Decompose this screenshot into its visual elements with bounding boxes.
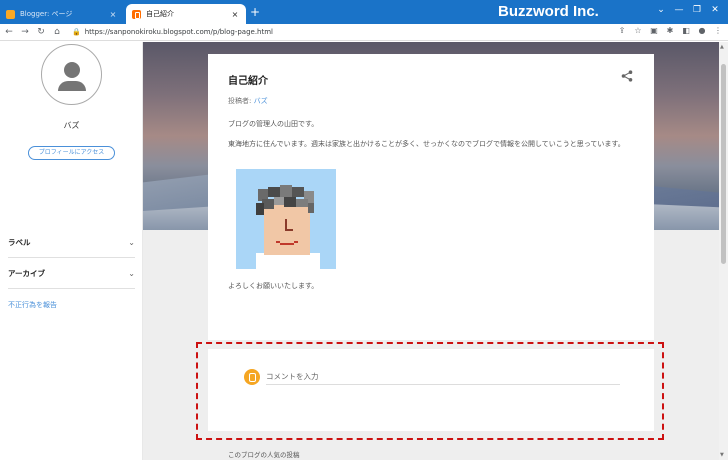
profile-icon[interactable]: ● (696, 26, 708, 35)
post-paragraph: よろしくお願いいたします。 (228, 282, 319, 290)
post-title: 自己紹介 (228, 76, 268, 87)
comment-section: コメントを入力 (208, 349, 654, 431)
scrollbar-thumb[interactable] (721, 64, 726, 264)
blogger-favicon-icon (132, 9, 141, 19)
extension-icon[interactable]: ▣ (648, 26, 660, 35)
post-card: 自己紹介 投稿者: バズ ブログの管理人の山田です。 東海地方に住んでいます。週… (208, 54, 654, 340)
profile-avatar-icon[interactable] (41, 44, 102, 105)
tab-close-icon[interactable]: × (230, 10, 240, 19)
home-icon[interactable]: ⌂ (50, 27, 64, 37)
menu-kebab-icon[interactable]: ⋮ (712, 26, 724, 35)
chevron-down-icon: ⌄ (128, 238, 135, 247)
section-label: ラベル (8, 238, 31, 247)
new-tab-button[interactable]: + (250, 6, 260, 18)
profile-pixel-art-image[interactable] (236, 169, 336, 269)
post-author-line: 投稿者: バズ (228, 96, 268, 106)
reload-icon[interactable]: ↻ (34, 27, 48, 37)
blogger-favicon-icon (6, 9, 15, 19)
toolbar-actions: ⇪ ☆ ▣ ✱ ◧ ● ⋮ (616, 26, 724, 35)
browser-tab-blogger-pages[interactable]: Blogger: ページ × (0, 4, 124, 24)
report-abuse-link[interactable]: 不正行為を報告 (8, 300, 57, 310)
brand-watermark: Buzzword Inc. (498, 3, 599, 20)
scroll-up-icon[interactable]: ▲ (720, 44, 724, 50)
side-panel-icon[interactable]: ◧ (680, 26, 692, 35)
puzzle-extensions-icon[interactable]: ✱ (664, 26, 676, 35)
tab-close-icon[interactable]: × (108, 10, 118, 19)
url-field[interactable]: https://sanponokiroku.blogspot.com/p/blo… (85, 28, 273, 36)
author-link[interactable]: バズ (254, 97, 268, 105)
restore-icon[interactable]: ❐ (690, 5, 704, 15)
back-icon[interactable]: ← (2, 27, 16, 37)
lock-icon[interactable]: 🔒 (72, 28, 81, 36)
minimize-icon[interactable]: — (672, 5, 686, 15)
browser-tab-profile[interactable]: 自己紹介 × (126, 4, 246, 24)
sidebar-section-archive[interactable]: アーカイブ ⌄ (8, 259, 135, 289)
post-paragraph: ブログの管理人の山田です。 (228, 120, 319, 128)
post-paragraph: 東海地方に住んでいます。週末は家族と出かけることが多く、せっかくなのでブログで情… (228, 140, 625, 148)
blog-sidebar: バズ プロフィールにアクセス ラベル ⌄ アーカイブ ⌄ 不正行為を報告 (0, 42, 143, 460)
author-prefix: 投稿者: (228, 97, 254, 105)
sidebar-section-labels[interactable]: ラベル ⌄ (8, 228, 135, 258)
comment-input[interactable]: コメントを入力 (266, 369, 620, 385)
scroll-down-icon[interactable]: ▼ (720, 452, 724, 458)
address-bar: ← → ↻ ⌂ 🔒 https://sanponokiroku.blogspot… (0, 24, 728, 41)
tab-title: 自己紹介 (146, 10, 174, 18)
profile-name: バズ (63, 121, 80, 130)
section-label: アーカイブ (8, 269, 46, 278)
blogger-comment-icon (244, 369, 260, 385)
browser-tab-strip: Blogger: ページ × 自己紹介 × + Buzzword Inc. ⌄ … (0, 0, 728, 24)
page-scrollbar[interactable]: ▲ ▼ (719, 42, 728, 460)
share-icon[interactable] (621, 70, 633, 82)
window-close-icon[interactable]: ✕ (708, 5, 722, 15)
forward-icon[interactable]: → (18, 27, 32, 37)
chevron-down-icon: ⌄ (128, 269, 135, 278)
bookmark-star-icon[interactable]: ☆ (632, 26, 644, 35)
tab-search-icon[interactable]: ⌄ (654, 5, 668, 15)
share-page-icon[interactable]: ⇪ (616, 26, 628, 35)
popular-posts-heading: このブログの人気の投稿 (228, 451, 300, 459)
visit-profile-button[interactable]: プロフィールにアクセス (28, 146, 115, 160)
tab-title: Blogger: ページ (20, 10, 73, 18)
